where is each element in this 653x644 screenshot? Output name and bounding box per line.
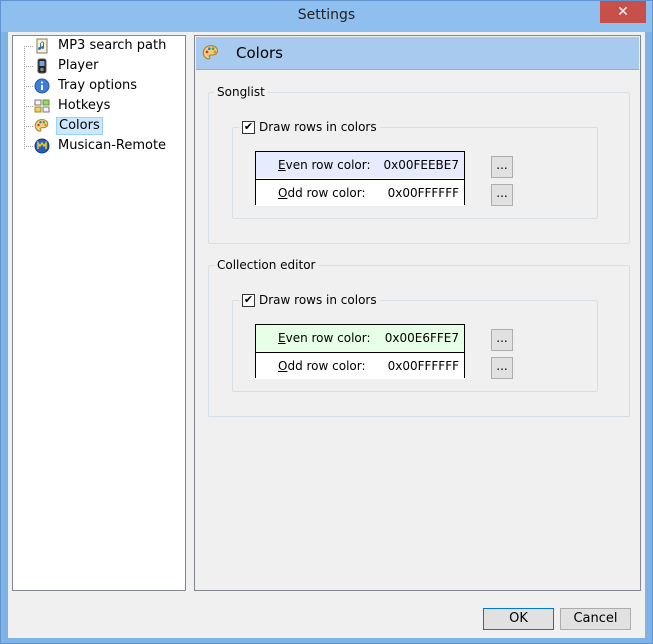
settings-panel: Colors Songlist Draw rows in colors ✔ Ev… [194, 35, 641, 591]
even-row-color-value: 0x00FEEBE7 [383, 158, 459, 172]
panel-title: Colors [236, 44, 283, 62]
music-file-icon [36, 38, 48, 54]
tree-connector [24, 126, 33, 127]
odd-row-color-value: 0x00FFFFFF [387, 359, 459, 373]
cancel-button[interactable]: Cancel [560, 608, 631, 630]
tree-connector [24, 146, 33, 147]
hotkeys-icon [34, 99, 50, 113]
odd-row-color-row[interactable]: Odd row color: 0x00FFFFFF [256, 179, 464, 206]
group-title: Songlist [214, 85, 268, 99]
settings-window: Settings ✕ MP3 search path Player Tray o… [0, 0, 653, 644]
collection-draw-rows-checkbox[interactable]: ✔ [242, 294, 255, 307]
collection-editor-group: Collection editor Draw rows in colors ✔ … [208, 258, 630, 417]
palette-icon [202, 45, 219, 60]
tree-item-label: Colors [56, 117, 103, 135]
even-row-color-row[interactable]: Even row color: 0x00E6FFE7 [256, 325, 464, 351]
remote-icon [34, 138, 50, 154]
panel-header: Colors [196, 37, 639, 70]
songlist-color-table: Even row color: 0x00FEEBE7 Odd row color… [255, 151, 465, 206]
tree-item-label: Hotkeys [58, 98, 111, 113]
tree-connector [24, 46, 33, 47]
collection-color-table: Even row color: 0x00E6FFE7 Odd row color… [255, 324, 465, 379]
tree-item-label: Tray options [58, 78, 138, 93]
even-row-color-row[interactable]: Even row color: 0x00FEEBE7 [256, 152, 464, 178]
tree-connector [24, 66, 33, 67]
even-row-color-value: 0x00E6FFE7 [384, 331, 459, 345]
collection-odd-color-browse-button[interactable]: ... [491, 357, 513, 379]
tree-item-label: Musican-Remote [58, 138, 167, 153]
draw-rows-label: Draw rows in colors [239, 120, 380, 134]
window-title: Settings [297, 7, 356, 23]
odd-row-color-label: Odd row color: [278, 359, 366, 373]
even-row-color-label: Even row color: [278, 331, 371, 345]
tree-connector [24, 106, 33, 107]
settings-tree: MP3 search path Player Tray options Hotk… [12, 35, 186, 591]
even-row-color-label: Even row color: [278, 158, 371, 172]
songlist-draw-rows-group: Draw rows in colors ✔ Even row color: 0x… [232, 120, 598, 219]
ok-button[interactable]: OK [483, 608, 554, 630]
songlist-even-color-browse-button[interactable]: ... [491, 156, 513, 178]
player-device-icon [37, 58, 47, 74]
songlist-draw-rows-checkbox[interactable]: ✔ [242, 121, 255, 134]
songlist-group: Songlist Draw rows in colors ✔ Even row … [208, 85, 630, 244]
tree-item-label: MP3 search path [58, 38, 167, 53]
odd-row-color-row[interactable]: Odd row color: 0x00FFFFFF [256, 352, 464, 379]
odd-row-color-value: 0x00FFFFFF [387, 186, 459, 200]
tree-item-label: Player [58, 58, 99, 73]
tree-connector [24, 86, 33, 87]
group-title: Collection editor [214, 258, 319, 272]
odd-row-color-label: Odd row color: [278, 186, 366, 200]
collection-even-color-browse-button[interactable]: ... [491, 329, 513, 351]
draw-rows-label: Draw rows in colors [239, 293, 380, 307]
songlist-odd-color-browse-button[interactable]: ... [491, 184, 513, 206]
palette-icon [34, 118, 49, 132]
collection-draw-rows-group: Draw rows in colors ✔ Even row color: 0x… [232, 293, 598, 392]
info-icon [34, 78, 50, 94]
close-button[interactable]: ✕ [600, 1, 646, 23]
title-bar: Settings ✕ [1, 1, 652, 32]
dialog-client-area: MP3 search path Player Tray options Hotk… [8, 32, 645, 638]
tree-connector [24, 46, 25, 149]
